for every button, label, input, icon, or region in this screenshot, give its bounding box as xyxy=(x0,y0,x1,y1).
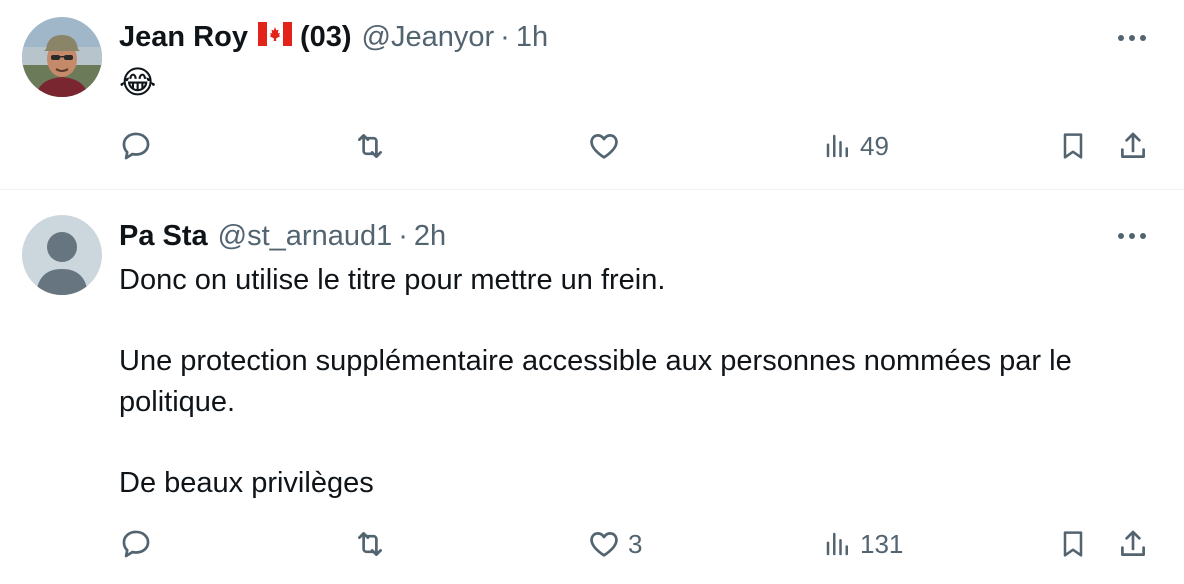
retweet-button[interactable] xyxy=(352,522,394,566)
ellipsis-icon xyxy=(1118,233,1146,239)
tweet-jean-roy[interactable]: Jean Roy (03) @Jeanyor · 1h 😂 49 xyxy=(0,0,1184,190)
retweet-icon xyxy=(358,134,382,158)
views-count: 131 xyxy=(860,528,904,559)
share-icon xyxy=(1121,530,1145,556)
separator: · xyxy=(500,20,510,53)
author-handle[interactable]: @Jeanyor xyxy=(362,21,495,54)
tweet-text-line: De beaux privilèges xyxy=(119,467,374,499)
avatar-photo-icon xyxy=(22,17,102,97)
reply-button[interactable] xyxy=(119,522,159,566)
tweet-pa-sta[interactable]: Pa Sta @st_arnaud1 · 2h Donc on utilise … xyxy=(0,190,1184,584)
like-count: 3 xyxy=(628,528,643,559)
bookmark-button[interactable] xyxy=(1057,124,1089,168)
bookmark-button[interactable] xyxy=(1057,522,1089,566)
share-button[interactable] xyxy=(1116,522,1150,566)
bookmark-icon xyxy=(1063,133,1083,159)
share-icon xyxy=(1121,132,1145,158)
author-name[interactable]: Pa Sta xyxy=(119,220,208,253)
timestamp[interactable]: 2h xyxy=(414,220,446,253)
default-avatar-icon xyxy=(22,215,102,295)
reply-icon xyxy=(122,132,150,160)
share-button[interactable] xyxy=(1116,124,1150,168)
author-handle[interactable]: @st_arnaud1 xyxy=(218,220,393,253)
avatar[interactable] xyxy=(22,17,102,97)
tweet-text-line: Donc on utilise le titre pour mettre un … xyxy=(119,264,666,296)
canada-flag-icon xyxy=(257,21,292,54)
avatar[interactable] xyxy=(22,215,102,295)
views-button[interactable]: 131 xyxy=(822,522,903,566)
views-count: 49 xyxy=(860,130,889,161)
timestamp[interactable]: 1h xyxy=(516,21,548,54)
retweet-button[interactable] xyxy=(352,124,394,168)
like-button[interactable]: 3 xyxy=(586,522,642,566)
tweet-actions: 49 xyxy=(0,124,1184,168)
tweet-emoji: 😂 xyxy=(119,64,157,100)
views-button[interactable]: 49 xyxy=(822,124,889,168)
heart-icon xyxy=(590,134,618,159)
tweet-text: Donc on utilise le titre pour mettre un … xyxy=(119,260,1149,504)
more-options-button[interactable] xyxy=(1114,20,1150,56)
separator: · xyxy=(398,219,408,252)
tweet-header: Pa Sta @st_arnaud1 · 2h xyxy=(119,216,446,256)
analytics-icon xyxy=(826,532,848,556)
tweet-header: Jean Roy (03) @Jeanyor · 1h xyxy=(119,17,548,57)
author-name[interactable]: Jean Roy xyxy=(119,21,248,54)
reply-button[interactable] xyxy=(119,124,159,168)
retweet-icon xyxy=(358,532,382,556)
author-badge: (03) xyxy=(299,20,352,53)
heart-icon xyxy=(590,532,618,557)
tweet-text-line: Une protection supplémentaire accessible… xyxy=(119,345,1072,418)
like-button[interactable] xyxy=(586,124,628,168)
analytics-icon xyxy=(826,134,848,158)
bookmark-icon xyxy=(1063,531,1083,557)
tweet-actions: 3 131 xyxy=(0,522,1184,566)
more-options-button[interactable] xyxy=(1114,218,1150,254)
ellipsis-icon xyxy=(1118,35,1146,41)
reply-icon xyxy=(122,530,150,558)
